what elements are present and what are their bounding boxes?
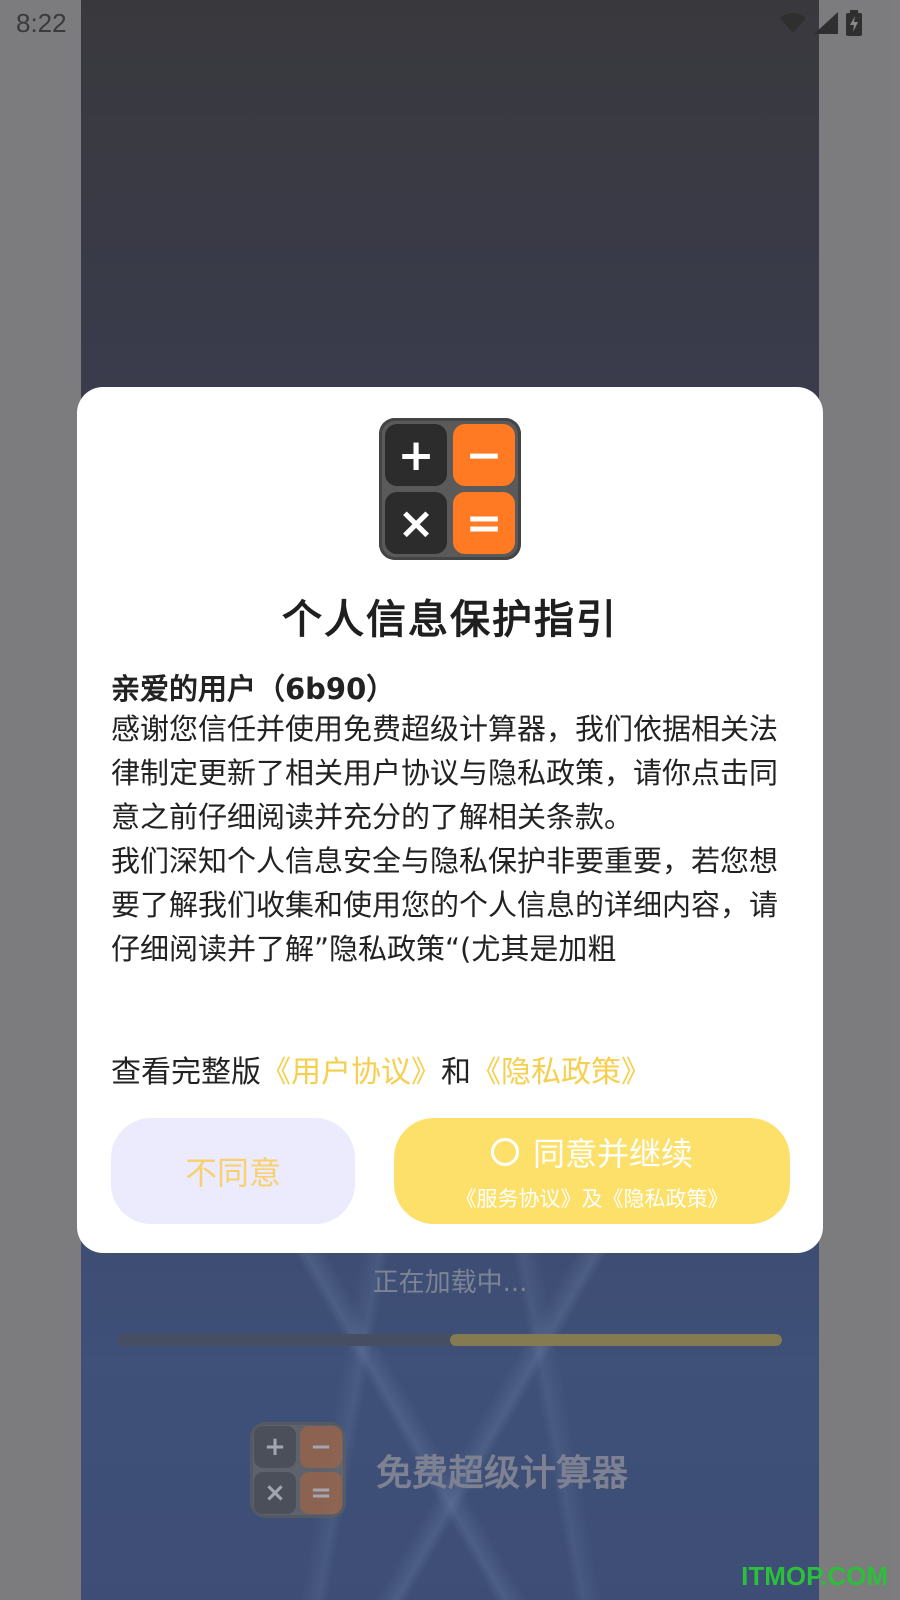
status-bar: 8:22 xyxy=(0,0,900,50)
policy-paragraph-2: 我们深知个人信息安全与隐私保护非要重要，若您想要了解我们收集和使用您的个人信息的… xyxy=(111,844,779,966)
agree-continue-button[interactable]: 同意并继续 《服务协议》及《隐私政策》 xyxy=(394,1118,790,1224)
plus-key-icon: + xyxy=(385,424,447,486)
policy-paragraph-1: 感谢您信任并使用免费超级计算器，我们依据相关法律制定更新了相关用户协议与隐私政策… xyxy=(111,712,779,834)
watermark: ITMOP.COM xyxy=(741,1561,888,1591)
battery-charging-icon xyxy=(846,10,862,36)
status-time: 8:22 xyxy=(16,8,67,38)
policy-links-line: 查看完整版《用户协议》和《隐私政策》 xyxy=(111,1047,651,1091)
status-icons xyxy=(780,10,862,36)
policy-body-scroll[interactable]: 感谢您信任并使用免费超级计算器，我们依据相关法律制定更新了相关用户协议与隐私政策… xyxy=(111,707,781,1013)
decline-button[interactable]: 不同意 xyxy=(111,1118,355,1224)
signal-icon xyxy=(814,12,838,34)
wifi-icon xyxy=(780,13,806,33)
agree-sublabel: 《服务协议》及《隐私政策》 xyxy=(455,1187,729,1211)
agree-label: 同意并继续 xyxy=(532,1135,693,1173)
greeting: 亲爱的用户（6b90） xyxy=(111,672,396,706)
minus-key-icon: − xyxy=(453,424,515,486)
dialog-title: 个人信息保护指引 xyxy=(282,597,618,643)
app-logo: + − × = xyxy=(379,418,521,560)
privacy-policy-link[interactable]: 《隐私政策》 xyxy=(471,1055,651,1090)
equals-key-icon: = xyxy=(453,492,515,554)
links-and: 和 xyxy=(441,1055,471,1090)
agree-checkbox-circle-icon[interactable] xyxy=(490,1138,519,1166)
multiply-key-icon: × xyxy=(385,492,447,554)
privacy-dialog: + − × = 个人信息保护指引 亲爱的用户（6b90） 感谢您信任并使用免费超… xyxy=(77,387,823,1253)
user-agreement-link[interactable]: 《用户协议》 xyxy=(261,1055,441,1090)
links-prefix: 查看完整版 xyxy=(111,1055,261,1090)
